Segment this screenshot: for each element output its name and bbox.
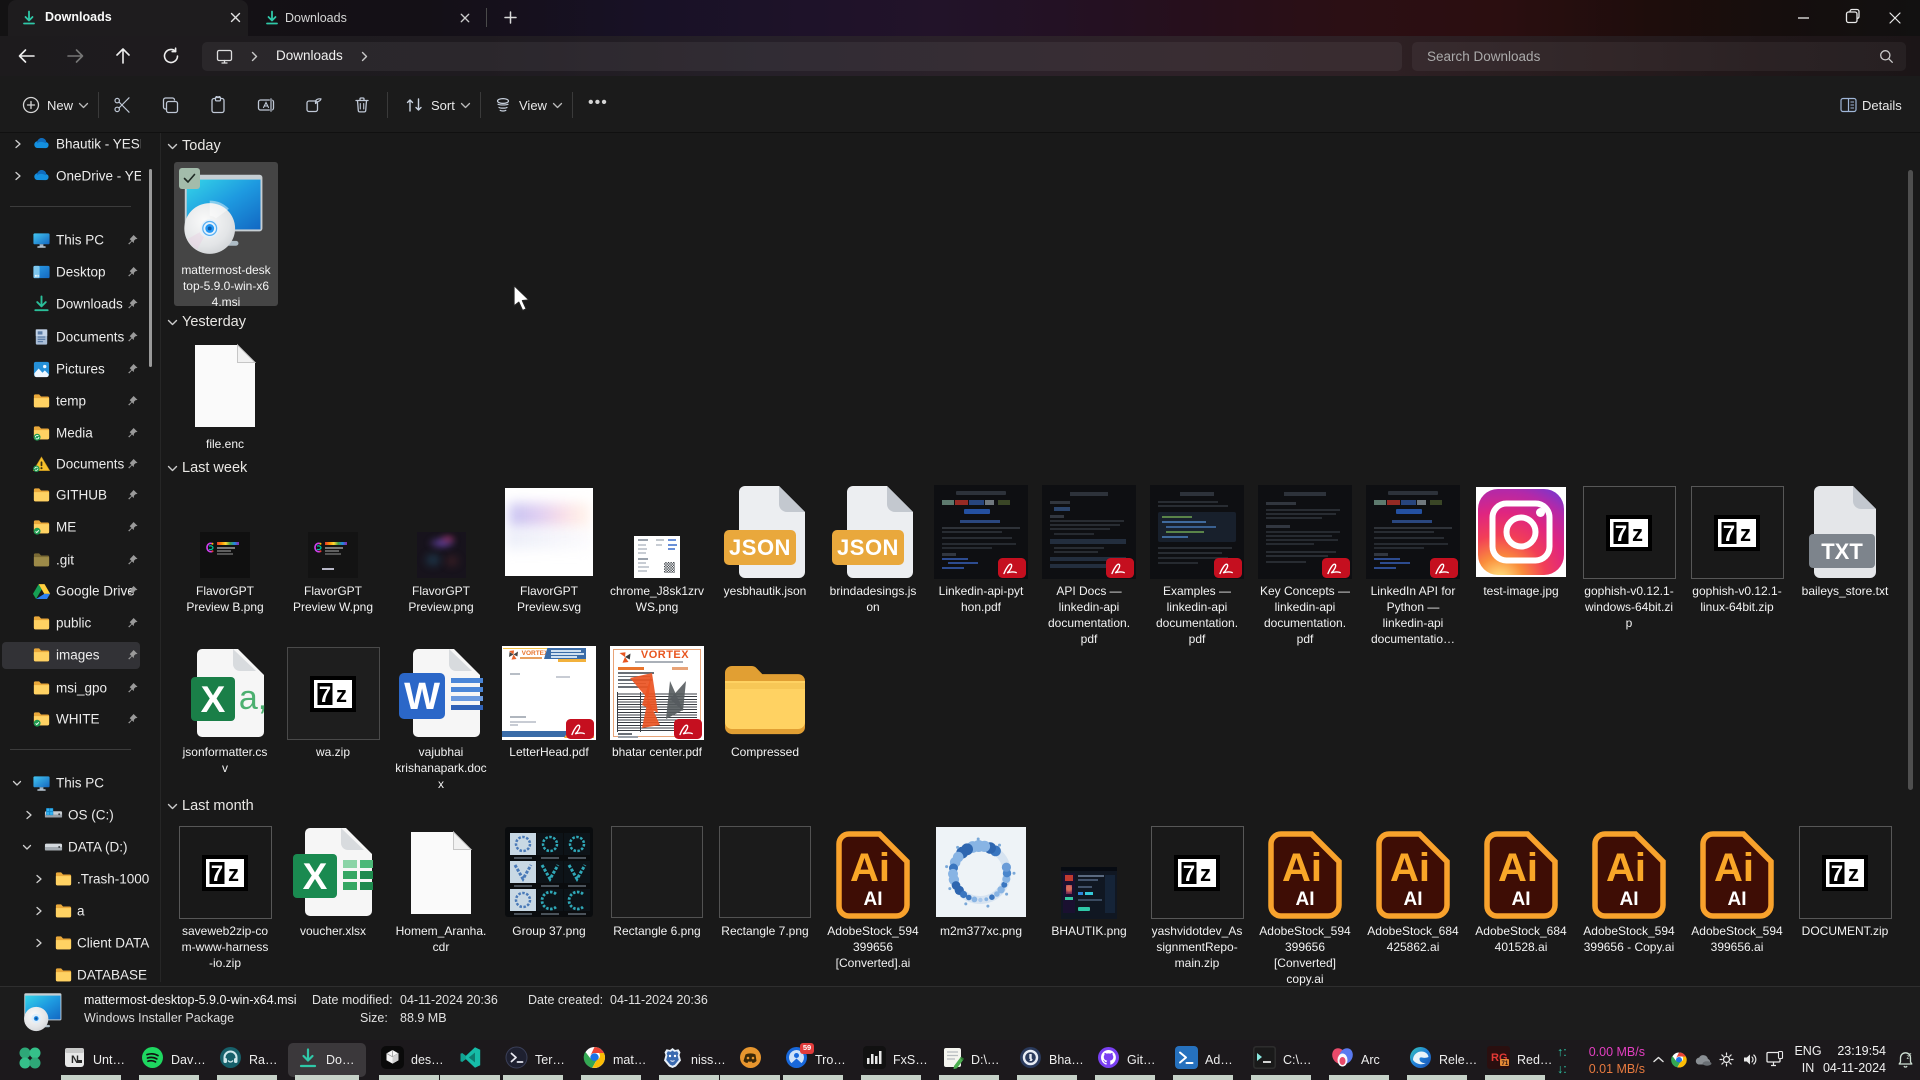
svg-text:7: 7 — [1723, 521, 1735, 546]
svg-text:Ai: Ai — [1714, 846, 1754, 890]
svg-text:AI: AI — [1404, 889, 1423, 910]
svg-text:7: 7 — [319, 682, 331, 707]
svg-text:Ai: Ai — [850, 846, 890, 890]
svg-text:z: z — [228, 861, 239, 886]
svg-text:z: z — [1848, 861, 1859, 886]
svg-text:AI: AI — [1728, 889, 1747, 910]
svg-text:7: 7 — [1615, 521, 1627, 546]
svg-text:AI: AI — [1620, 889, 1639, 910]
svg-text:AI: AI — [864, 889, 883, 910]
svg-text:7: 7 — [1183, 861, 1195, 886]
svg-text:TXT: TXT — [1821, 539, 1863, 564]
svg-text:Ai: Ai — [1390, 846, 1430, 890]
svg-text:W: W — [404, 676, 440, 718]
svg-text:z: z — [1740, 521, 1751, 546]
svg-text:Ai: Ai — [1498, 846, 1538, 890]
svg-text:z: z — [336, 682, 347, 707]
svg-text:a,: a, — [239, 679, 267, 717]
svg-text:z: z — [1632, 521, 1643, 546]
svg-text:71: 71 — [1502, 1061, 1509, 1067]
svg-text:X: X — [201, 679, 226, 720]
svg-text:X: X — [303, 856, 328, 897]
svg-text:Ai: Ai — [1282, 846, 1322, 890]
svg-text:JSON: JSON — [837, 535, 899, 560]
svg-text:7: 7 — [211, 861, 223, 886]
svg-text:AI: AI — [1512, 889, 1531, 910]
svg-text:Ai: Ai — [1606, 846, 1646, 890]
svg-text:7: 7 — [1831, 861, 1843, 886]
svg-text:z: z — [1909, 1052, 1912, 1058]
svg-text:JSON: JSON — [729, 535, 791, 560]
svg-text:z: z — [1200, 861, 1211, 886]
svg-text:AI: AI — [1296, 889, 1315, 910]
